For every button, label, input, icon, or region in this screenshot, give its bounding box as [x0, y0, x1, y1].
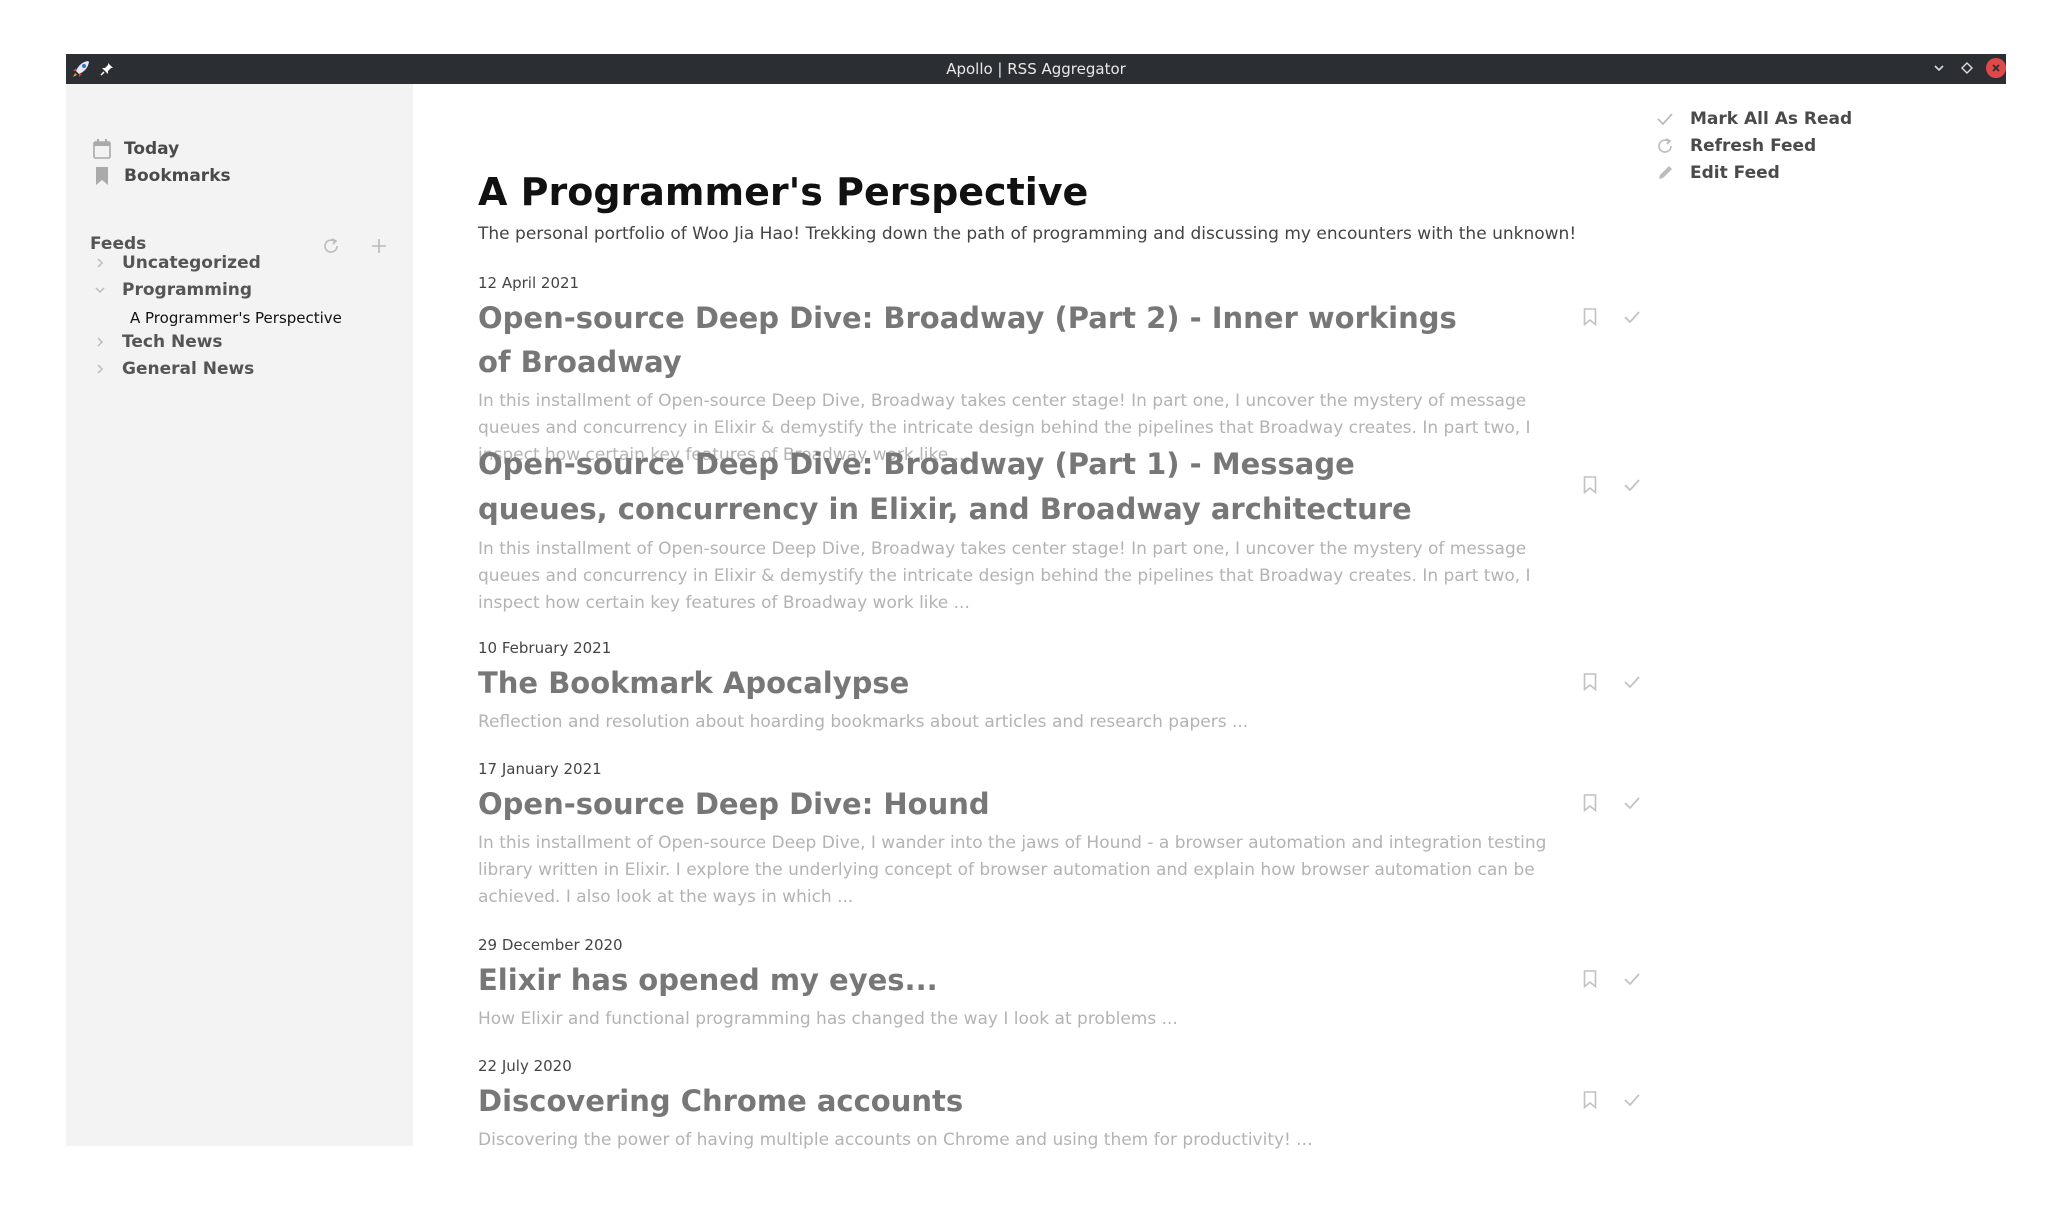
close-button[interactable]	[1986, 58, 2006, 78]
bookmark-icon[interactable]	[1579, 306, 1601, 328]
article-item[interactable]: 29 December 2020 Elixir has opened my ey…	[478, 936, 1643, 1033]
pencil-icon	[1654, 162, 1676, 184]
feed-description: The personal portfolio of Woo Jia Hao! T…	[478, 224, 1577, 244]
mark-read-icon[interactable]	[1621, 671, 1643, 693]
article-summary: In this installment of Open-source Deep …	[478, 833, 1547, 907]
sidebar: Today Bookmarks Feeds Uncategorized Prog…	[66, 84, 413, 1146]
chevron-right-icon	[92, 334, 108, 350]
mark-read-icon[interactable]	[1621, 306, 1643, 328]
tree-uncategorized[interactable]: Uncategorized	[92, 253, 261, 273]
nav-today[interactable]: Today	[92, 138, 179, 160]
bookmark-icon[interactable]	[1579, 792, 1601, 814]
article-title[interactable]: The Bookmark Apocalypse	[478, 661, 1478, 705]
tree-label: Tech News	[122, 332, 223, 352]
article-summary: How Elixir and functional programming ha…	[478, 1009, 1178, 1029]
article-summary: Discovering the power of having multiple…	[478, 1130, 1313, 1150]
article-title[interactable]: Open-source Deep Dive: Hound	[478, 782, 1478, 826]
tree-programming[interactable]: Programming	[92, 280, 252, 300]
title-bar: Apollo | RSS Aggregator	[66, 54, 2006, 84]
bookmark-icon	[92, 165, 112, 187]
article-title[interactable]: Elixir has opened my eyes...	[478, 958, 1478, 1002]
minimize-button[interactable]	[1930, 57, 1948, 79]
edit-feed-button[interactable]: Edit Feed	[1654, 162, 1780, 184]
refresh-icon	[1654, 135, 1676, 157]
mark-read-icon[interactable]	[1621, 1089, 1643, 1111]
mark-all-read-button[interactable]: Mark All As Read	[1654, 108, 1852, 130]
edit-feed-label: Edit Feed	[1690, 163, 1780, 183]
app-window: Apollo | RSS Aggregator Today Bookmarks	[66, 54, 2006, 1150]
bookmark-icon[interactable]	[1579, 474, 1601, 496]
bookmark-icon[interactable]	[1579, 968, 1601, 990]
article-item[interactable]: 17 January 2021 Open-source Deep Dive: H…	[478, 760, 1643, 911]
refresh-feed-label: Refresh Feed	[1690, 136, 1817, 156]
add-feed-icon[interactable]	[370, 237, 392, 259]
article-summary: Reflection and resolution about hoarding…	[478, 712, 1249, 732]
article-date: 29 December 2020	[478, 936, 623, 954]
article-title[interactable]: Open-source Deep Dive: Broadway (Part 2)…	[478, 296, 1478, 384]
article-item[interactable]: 22 July 2020 Discovering Chrome accounts…	[478, 1057, 1643, 1154]
pin-icon[interactable]	[100, 62, 114, 76]
mark-read-icon[interactable]	[1621, 792, 1643, 814]
tree-label: General News	[122, 359, 255, 379]
bookmark-icon[interactable]	[1579, 1089, 1601, 1111]
tree-label: Programming	[122, 280, 253, 300]
feeds-heading: Feeds	[90, 234, 147, 254]
nav-bookmarks[interactable]: Bookmarks	[92, 165, 231, 187]
chevron-down-icon	[92, 282, 108, 298]
rocket-app-icon[interactable]	[70, 58, 92, 80]
article-summary: In this installment of Open-source Deep …	[478, 539, 1531, 613]
chevron-right-icon	[92, 361, 108, 377]
tree-tech-news[interactable]: Tech News	[92, 332, 223, 352]
article-item[interactable]: 10 February 2021 The Bookmark Apocalypse…	[478, 639, 1643, 736]
article-title[interactable]: Open-source Deep Dive: Broadway (Part 1)…	[478, 442, 1478, 532]
maximize-button[interactable]	[1958, 57, 1976, 79]
article-title[interactable]: Discovering Chrome accounts	[478, 1079, 1478, 1123]
mark-read-icon[interactable]	[1621, 968, 1643, 990]
tree-feed-a-programmers-perspective[interactable]: A Programmer's Perspective	[130, 309, 342, 327]
refresh-all-icon[interactable]	[322, 237, 344, 259]
article-date: 22 July 2020	[478, 1057, 572, 1075]
bookmark-icon[interactable]	[1579, 671, 1601, 693]
article-date: 17 January 2021	[478, 760, 602, 778]
article-date: 10 February 2021	[478, 639, 612, 657]
nav-bookmarks-label: Bookmarks	[124, 166, 231, 186]
mark-all-read-label: Mark All As Read	[1690, 109, 1853, 129]
article-item[interactable]: 12 April 2021 Open-source Deep Dive: Bro…	[478, 274, 1643, 469]
window-title: Apollo | RSS Aggregator	[946, 60, 1126, 78]
feed-title: A Programmer's Perspective	[478, 170, 1089, 214]
calendar-icon	[92, 138, 112, 160]
article-date: 12 April 2021	[478, 274, 580, 292]
article-item[interactable]: Open-source Deep Dive: Broadway (Part 1)…	[478, 442, 1643, 617]
mark-read-icon[interactable]	[1621, 474, 1643, 496]
tree-general-news[interactable]: General News	[92, 359, 254, 379]
chevron-right-icon	[92, 255, 108, 271]
tree-label: Uncategorized	[122, 253, 261, 273]
check-icon	[1654, 108, 1676, 130]
refresh-feed-button[interactable]: Refresh Feed	[1654, 135, 1816, 157]
nav-today-label: Today	[124, 139, 180, 159]
